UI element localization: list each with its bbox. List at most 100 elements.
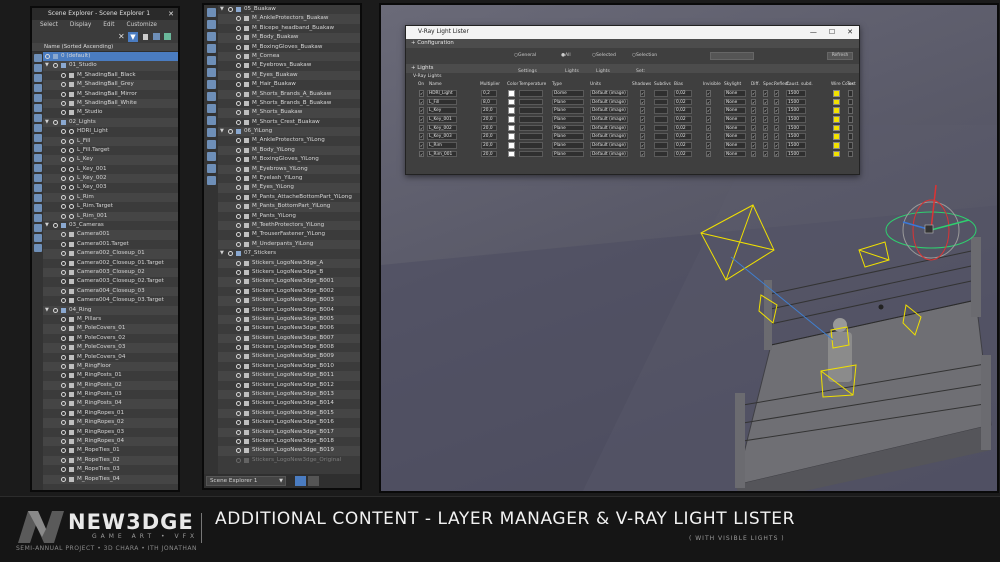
layer-row[interactable]: ▼ 03_Cameras <box>43 221 178 230</box>
selection-set-dropdown[interactable] <box>710 52 754 60</box>
color-swatch[interactable] <box>508 133 515 140</box>
close-icon[interactable]: ✕ <box>168 8 174 20</box>
invisible-checkbox[interactable]: ✓ <box>706 142 711 149</box>
on-checkbox[interactable]: ✓ <box>419 116 424 123</box>
light-name-field[interactable]: L_Fill <box>427 98 457 106</box>
shadows-checkbox[interactable]: ✓ <box>640 124 645 132</box>
visibility-eye-icon[interactable] <box>236 185 241 191</box>
subdivs-field[interactable] <box>654 116 668 123</box>
visibility-eye-icon[interactable] <box>61 213 66 219</box>
layer-row[interactable]: ▼ 02_Lights <box>43 117 178 128</box>
skylight-dropdown[interactable]: None <box>724 133 746 140</box>
visibility-eye-icon[interactable] <box>236 147 241 153</box>
units-dropdown[interactable]: Default (image) <box>590 107 628 114</box>
caustic-subdivs-field[interactable]: 1500 <box>786 133 806 140</box>
visibility-eye-icon[interactable] <box>236 345 241 351</box>
text-checkbox[interactable] <box>848 150 853 158</box>
object-row[interactable]: Stickers_LogoNew3dge_B <box>218 268 360 277</box>
visibility-eye-icon[interactable] <box>61 204 66 210</box>
filter-toggle-icon[interactable] <box>206 152 216 161</box>
bias-field[interactable]: 0,02 <box>674 150 692 158</box>
layer-row[interactable]: ▼ 07_Stickers <box>218 249 360 258</box>
temperature-field[interactable] <box>519 124 543 132</box>
units-dropdown[interactable]: Default (image) <box>590 133 628 140</box>
object-row[interactable]: L_Fill.Target <box>43 146 178 155</box>
object-row[interactable]: M_PoleCovers_04 <box>43 353 178 362</box>
on-checkbox[interactable]: ✓ <box>419 107 424 114</box>
wire-color-swatch[interactable] <box>833 98 840 106</box>
object-row[interactable]: Camera004_Closeup_03.Target <box>43 296 178 305</box>
object-row[interactable]: Stickers_LogoNew3dge_B018 <box>218 437 360 446</box>
filter-toggle-icon[interactable] <box>33 134 42 142</box>
on-checkbox[interactable]: ✓ <box>419 142 424 149</box>
object-row[interactable]: L_Rim <box>43 192 178 203</box>
caustic-subdivs-field[interactable]: 1500 <box>786 150 806 158</box>
skylight-dropdown[interactable]: None <box>724 98 746 106</box>
type-dropdown[interactable]: Plane <box>552 150 584 158</box>
visibility-eye-icon[interactable] <box>228 7 233 12</box>
sort-button[interactable] <box>308 476 319 486</box>
light-name-field[interactable]: L_Key_002 <box>427 124 457 132</box>
radio-general-settings[interactable]: ○ General Settings <box>514 48 537 74</box>
object-row[interactable]: Stickers_LogoNew3dge_B001 <box>218 277 360 287</box>
color-swatch[interactable] <box>508 90 515 97</box>
configuration-rollout[interactable]: + Configuration <box>406 39 859 48</box>
object-row[interactable]: Camera002_Closeup_01 <box>43 249 178 259</box>
skylight-dropdown[interactable]: None <box>724 150 746 158</box>
units-dropdown[interactable]: Default (image) <box>590 124 628 132</box>
object-row[interactable]: M_RopeTies_01 <box>43 446 178 455</box>
object-row[interactable]: Stickers_LogoNew3dge_B019 <box>218 446 360 456</box>
temperature-field[interactable] <box>519 150 543 158</box>
visibility-eye-icon[interactable] <box>61 251 66 257</box>
visibility-eye-icon[interactable] <box>236 222 241 228</box>
color-swatch[interactable] <box>508 116 515 123</box>
visibility-eye-icon[interactable] <box>61 100 66 106</box>
object-row[interactable]: L_Rim.Target <box>43 202 178 211</box>
units-dropdown[interactable]: Default (image) <box>590 142 628 149</box>
filter-toggle-icon[interactable] <box>33 84 42 92</box>
invisible-checkbox[interactable]: ✓ <box>706 107 711 114</box>
object-row[interactable]: M_TeethProtectors_YiLong <box>218 220 360 231</box>
wire-color-swatch[interactable] <box>833 142 840 149</box>
reflect-checkbox[interactable]: ✓ <box>774 98 779 106</box>
color-swatch[interactable] <box>508 150 515 158</box>
object-row[interactable]: M_Pants_AttacheBottomPart_YiLong <box>218 193 360 202</box>
subdivs-field[interactable] <box>654 133 668 140</box>
temperature-field[interactable] <box>519 133 543 140</box>
visibility-eye-icon[interactable] <box>236 16 241 22</box>
diffuse-checkbox[interactable]: ✓ <box>751 116 756 123</box>
color-swatch[interactable] <box>508 98 515 106</box>
object-row[interactable]: Camera003_Closeup_02.Target <box>43 277 178 286</box>
filter-toggle-icon[interactable] <box>33 64 42 72</box>
visibility-eye-icon[interactable] <box>228 129 233 135</box>
type-dropdown[interactable]: Dome <box>552 90 584 97</box>
filter-toggle-icon[interactable] <box>206 68 216 77</box>
reflect-checkbox[interactable]: ✓ <box>774 133 779 140</box>
wire-color-swatch[interactable] <box>833 90 840 97</box>
expand-arrow-icon[interactable]: ▼ <box>220 127 224 136</box>
object-row[interactable]: M_RingRopes_03 <box>43 428 178 437</box>
bias-field[interactable]: 0,02 <box>674 116 692 123</box>
object-row[interactable]: M_Eyes_YiLong <box>218 183 360 193</box>
object-row[interactable]: M_RingPosts_04 <box>43 399 178 409</box>
object-row[interactable]: M_RopeTies_02 <box>43 455 178 466</box>
subdivs-field[interactable] <box>654 142 668 149</box>
filter-toggle-icon[interactable] <box>206 164 216 173</box>
filter-toggle-icon[interactable] <box>33 144 42 152</box>
units-dropdown[interactable]: Default (image) <box>590 116 628 123</box>
bias-field[interactable]: 0,02 <box>674 133 692 140</box>
layer-explorer-button[interactable] <box>295 476 306 486</box>
visibility-eye-icon[interactable] <box>61 401 66 407</box>
skylight-dropdown[interactable]: None <box>724 116 746 123</box>
filter-toggle-icon[interactable] <box>33 194 42 202</box>
visibility-eye-icon[interactable] <box>61 91 66 97</box>
object-row[interactable]: M_Pants_YiLong <box>218 212 360 221</box>
type-dropdown[interactable]: Plane <box>552 98 584 106</box>
subdivs-field[interactable] <box>654 107 668 114</box>
light-name-field[interactable]: HDRI_Light <box>427 90 457 97</box>
object-row[interactable]: M_BoxingGloves_YiLong <box>218 155 360 164</box>
object-row[interactable]: M_Eyelash_YiLong <box>218 174 360 183</box>
specular-checkbox[interactable]: ✓ <box>763 150 768 158</box>
expand-arrow-icon[interactable]: ▼ <box>45 221 49 230</box>
caustic-subdivs-field[interactable]: 1500 <box>786 98 806 106</box>
